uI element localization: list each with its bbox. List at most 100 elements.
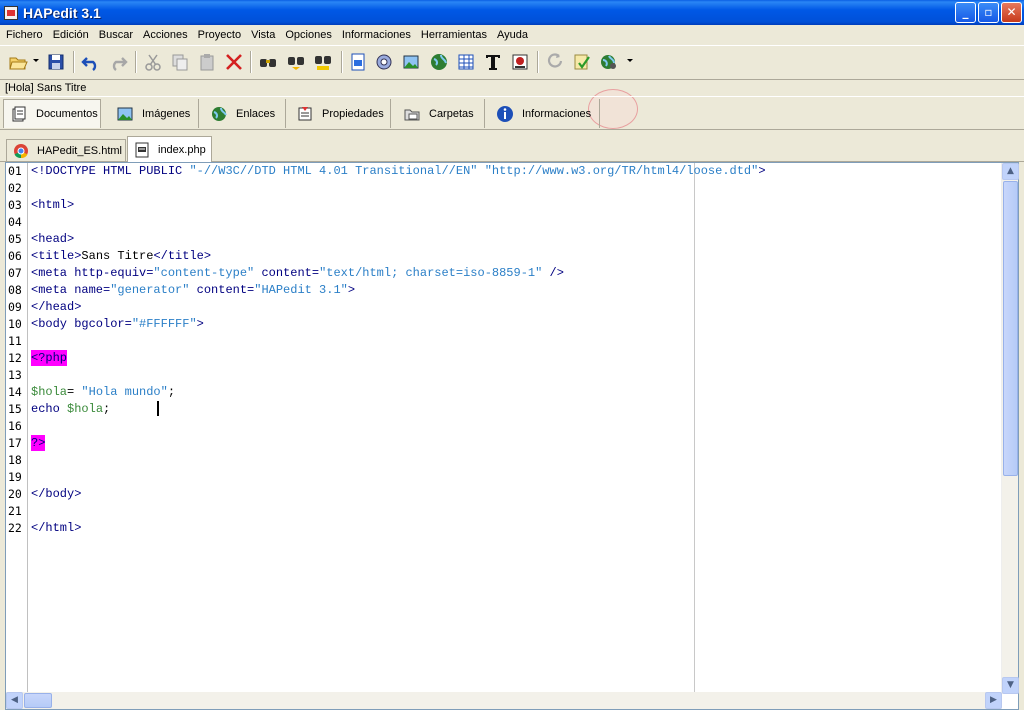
line-number: 18 <box>8 453 22 467</box>
replace-icon[interactable] <box>286 52 306 72</box>
php-open-tag: <?php <box>31 350 68 366</box>
find-in-files-icon[interactable] <box>313 52 333 72</box>
line-number: 10 <box>8 317 22 331</box>
tab-label: Propiedades <box>322 107 384 120</box>
scroll-right-button[interactable]: ▶ <box>985 692 1002 709</box>
code-token: "HAPedit 3.1" <box>254 283 348 297</box>
line-number: 11 <box>8 334 22 348</box>
menu-ayuda[interactable]: Ayuda <box>492 25 533 45</box>
undo-icon[interactable] <box>81 52 101 72</box>
line-number: 15 <box>8 402 22 416</box>
code-token: <title> <box>31 249 82 263</box>
delete-icon[interactable] <box>224 52 244 72</box>
horizontal-scroll-thumb[interactable] <box>24 693 52 708</box>
menu-fichero[interactable]: Fichero <box>1 25 48 45</box>
line-number: 04 <box>8 215 22 229</box>
links-icon <box>212 106 227 121</box>
tab-informaciones[interactable]: Informaciones <box>490 99 600 128</box>
line-number: 08 <box>8 283 22 297</box>
tab-enlaces[interactable]: Enlaces <box>204 99 286 128</box>
toolbar-separator <box>250 51 252 73</box>
open-folder-icon[interactable] <box>8 52 28 72</box>
text-icon[interactable] <box>483 52 503 72</box>
menu-acciones[interactable]: Acciones <box>138 25 193 45</box>
tab-label: Documentos <box>36 108 98 120</box>
redo-icon[interactable] <box>108 52 128 72</box>
code-line: </body> <box>31 487 82 501</box>
close-button[interactable]: ✕ <box>1001 2 1022 23</box>
cut-icon[interactable] <box>143 52 163 72</box>
menu-edicion[interactable]: Edición <box>48 25 94 45</box>
toolbar-separator <box>341 51 343 73</box>
code-line: <meta name="generator" content="HAPedit … <box>31 282 355 299</box>
line-number-gutter: 01 02 03 04 05 06 07 08 09 10 11 12 13 1… <box>6 163 28 694</box>
code-editor[interactable]: 01 02 03 04 05 06 07 08 09 10 11 12 13 1… <box>5 162 1019 710</box>
code-line: <body bgcolor="#FFFFFF"> <box>31 316 204 333</box>
code-token: content= <box>189 283 255 297</box>
code-token: ; <box>167 385 176 399</box>
horizontal-scrollbar[interactable]: ◀ ▶ <box>6 692 1002 709</box>
code-token: "generator" <box>110 283 190 297</box>
menu-vista[interactable]: Vista <box>246 25 280 45</box>
vertical-scrollbar[interactable]: ▲ ▼ <box>1001 163 1019 694</box>
line-number: 20 <box>8 487 22 501</box>
copy-icon[interactable] <box>170 52 190 72</box>
menu-buscar[interactable]: Buscar <box>94 25 138 45</box>
code-token: > <box>758 164 766 178</box>
refresh-icon[interactable] <box>545 52 565 72</box>
web-icon[interactable] <box>429 52 449 72</box>
line-number: 07 <box>8 266 22 280</box>
scroll-down-button[interactable]: ▼ <box>1002 677 1019 694</box>
code-token: Sans Titre <box>81 249 154 263</box>
code-line: </html> <box>31 521 82 535</box>
menu-opciones[interactable]: Opciones <box>280 25 336 45</box>
code-token: /> <box>542 266 564 280</box>
line-number: 03 <box>8 198 22 212</box>
menu-herramientas[interactable]: Herramientas <box>416 25 492 45</box>
code-token: > <box>347 283 356 297</box>
paste-icon[interactable] <box>197 52 217 72</box>
minimize-button[interactable]: _ <box>955 2 976 23</box>
scroll-left-button[interactable]: ◀ <box>6 692 23 709</box>
line-number: 14 <box>8 385 22 399</box>
panel-tabs: Documentos Imágenes Enlaces Propiedades … <box>0 97 1024 130</box>
toolbar <box>0 45 1024 129</box>
image-icon[interactable] <box>401 52 421 72</box>
code-line: echo $hola; <box>31 401 110 418</box>
preview-icon[interactable] <box>599 52 619 72</box>
toolbar-separator <box>73 51 75 73</box>
vertical-scroll-thumb[interactable] <box>1003 181 1018 476</box>
window-title: HAPedit 3.1 <box>23 4 101 21</box>
preview-dropdown-arrow[interactable] <box>627 59 633 62</box>
new-document-icon[interactable] <box>348 52 368 72</box>
tab-propiedades[interactable]: Propiedades <box>290 99 391 128</box>
open-dropdown-arrow[interactable] <box>33 59 39 62</box>
maximize-button[interactable]: ▫ <box>978 2 999 23</box>
tab-documentos[interactable]: Documentos <box>3 99 101 128</box>
code-line: ?> <box>31 435 46 452</box>
toolbar-separator <box>537 51 539 73</box>
check-icon[interactable] <box>572 52 592 72</box>
table-icon[interactable] <box>456 52 476 72</box>
find-icon[interactable] <box>258 52 278 72</box>
menu-informaciones[interactable]: Informaciones <box>337 25 416 45</box>
code-area[interactable]: <!DOCTYPE HTML PUBLIC "-//W3C//DTD HTML … <box>30 163 1002 694</box>
code-token: "http://www.w3.org/TR/html4/loose.dtd" <box>484 164 759 178</box>
doc-tab-index-php[interactable]: index.php <box>127 136 212 162</box>
properties-icon[interactable] <box>374 52 394 72</box>
tab-carpetas[interactable]: Carpetas <box>397 99 485 128</box>
doc-tab-hapedit-es[interactable]: HAPedit_ES.html <box>6 139 126 161</box>
code-token: <body bgcolor= <box>31 317 132 331</box>
tab-imagenes[interactable]: Imágenes <box>110 99 199 128</box>
code-token: = <box>67 385 82 399</box>
save-icon[interactable] <box>46 52 66 72</box>
menu-proyecto[interactable]: Proyecto <box>193 25 246 45</box>
color-picker-icon[interactable] <box>510 52 530 72</box>
doc-tab-label: HAPedit_ES.html <box>37 144 122 157</box>
code-line: </head> <box>31 300 82 314</box>
code-token: <meta name= <box>31 283 111 297</box>
line-number: 01 <box>8 164 22 178</box>
scroll-up-button[interactable]: ▲ <box>1002 163 1019 180</box>
line-number: 16 <box>8 419 22 433</box>
